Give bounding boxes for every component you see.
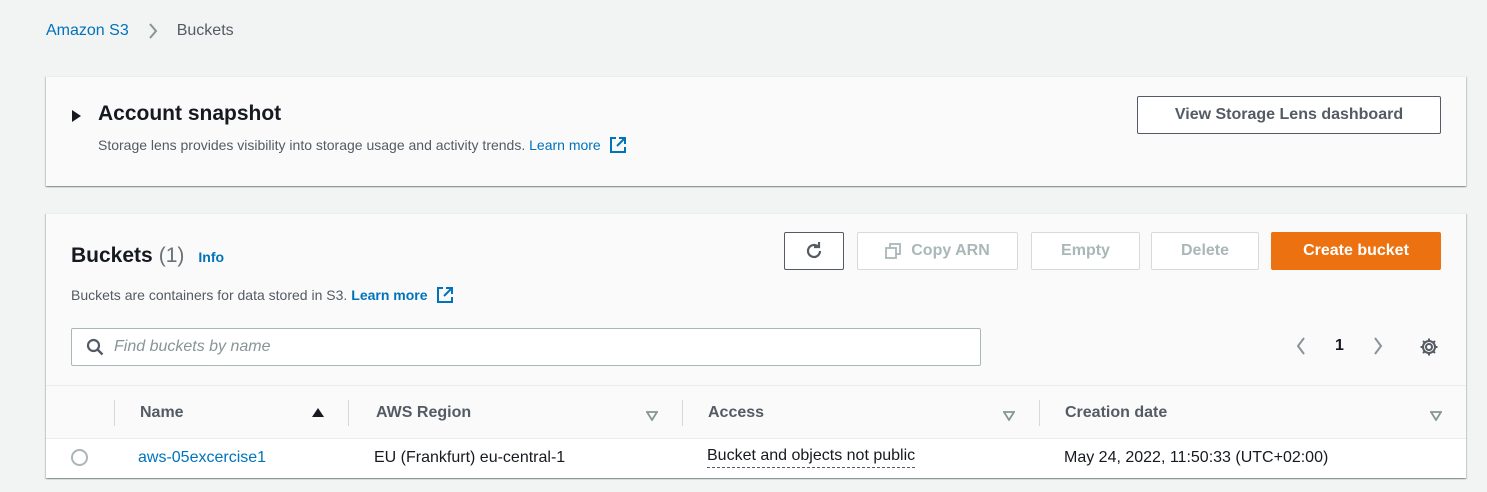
create-bucket-button[interactable]: Create bucket xyxy=(1271,232,1441,270)
gear-icon[interactable] xyxy=(1418,336,1440,358)
snapshot-learn-more-link[interactable]: Learn more xyxy=(529,137,601,153)
copy-arn-button[interactable]: Copy ARN xyxy=(857,232,1018,270)
bucket-name-link[interactable]: aws-05excercise1 xyxy=(138,449,266,467)
column-divider xyxy=(682,400,683,426)
buckets-info-link[interactable]: Info xyxy=(198,249,224,265)
buckets-title: Buckets xyxy=(71,244,153,267)
breadcrumb: Amazon S3 Buckets xyxy=(46,21,234,41)
bucket-creation-date: May 24, 2022, 11:50:33 (UTC+02:00) xyxy=(1064,449,1329,466)
buckets-learn-more-link[interactable]: Learn more xyxy=(351,287,427,303)
delete-button[interactable]: Delete xyxy=(1151,232,1259,270)
empty-button[interactable]: Empty xyxy=(1031,232,1140,270)
column-header-creation-date[interactable]: Creation date xyxy=(1065,386,1167,439)
account-snapshot-title[interactable]: Account snapshot xyxy=(98,102,281,126)
sort-ascending-icon[interactable] xyxy=(312,408,324,417)
snapshot-description-text: Storage lens provides visibility into st… xyxy=(98,137,526,153)
column-header-name[interactable]: Name xyxy=(140,386,184,439)
account-snapshot-panel: Account snapshot Storage lens provides v… xyxy=(46,76,1466,186)
buckets-table-header: Name AWS Region Access Creation date xyxy=(46,385,1466,439)
chevron-left-icon[interactable] xyxy=(1291,336,1311,356)
refresh-button[interactable] xyxy=(784,232,844,270)
buckets-panel: Buckets (1) Info Buckets are containers … xyxy=(46,213,1466,478)
search-buckets-input[interactable] xyxy=(114,338,964,356)
column-divider xyxy=(1039,400,1040,426)
buckets-count: (1) xyxy=(158,244,185,267)
external-link-icon[interactable] xyxy=(436,286,454,304)
row-select-radio[interactable] xyxy=(71,449,88,466)
pagination: 1 xyxy=(1291,336,1388,356)
breadcrumb-current: Buckets xyxy=(176,22,234,39)
column-divider xyxy=(114,400,115,426)
chevron-right-icon xyxy=(139,23,167,39)
buckets-header: Buckets (1) Info xyxy=(71,244,224,268)
copy-icon xyxy=(885,243,902,259)
account-snapshot-description: Storage lens provides visibility into st… xyxy=(98,136,627,154)
buckets-description: Buckets are containers for data stored i… xyxy=(71,286,454,304)
search-bucket-box xyxy=(71,328,981,366)
buckets-description-text: Buckets are containers for data stored i… xyxy=(71,287,348,303)
caret-right-icon[interactable] xyxy=(72,110,81,122)
breadcrumb-amazon-s3-link[interactable]: Amazon S3 xyxy=(46,22,129,40)
search-icon xyxy=(86,338,104,356)
chevron-right-icon[interactable] xyxy=(1368,336,1388,356)
bucket-region: EU (Frankfurt) eu-central-1 xyxy=(374,449,566,466)
column-header-aws-region[interactable]: AWS Region xyxy=(376,386,471,439)
bucket-access[interactable]: Bucket and objects not public xyxy=(707,447,916,468)
external-link-icon[interactable] xyxy=(609,136,627,154)
column-divider xyxy=(348,400,349,426)
copy-arn-label: Copy ARN xyxy=(911,242,990,259)
refresh-icon xyxy=(804,241,824,261)
column-header-access[interactable]: Access xyxy=(708,386,764,439)
view-storage-lens-dashboard-button[interactable]: View Storage Lens dashboard xyxy=(1137,96,1441,134)
table-row[interactable]: aws-05excercise1 EU (Frankfurt) eu-centr… xyxy=(46,439,1466,478)
page-number[interactable]: 1 xyxy=(1335,337,1344,355)
